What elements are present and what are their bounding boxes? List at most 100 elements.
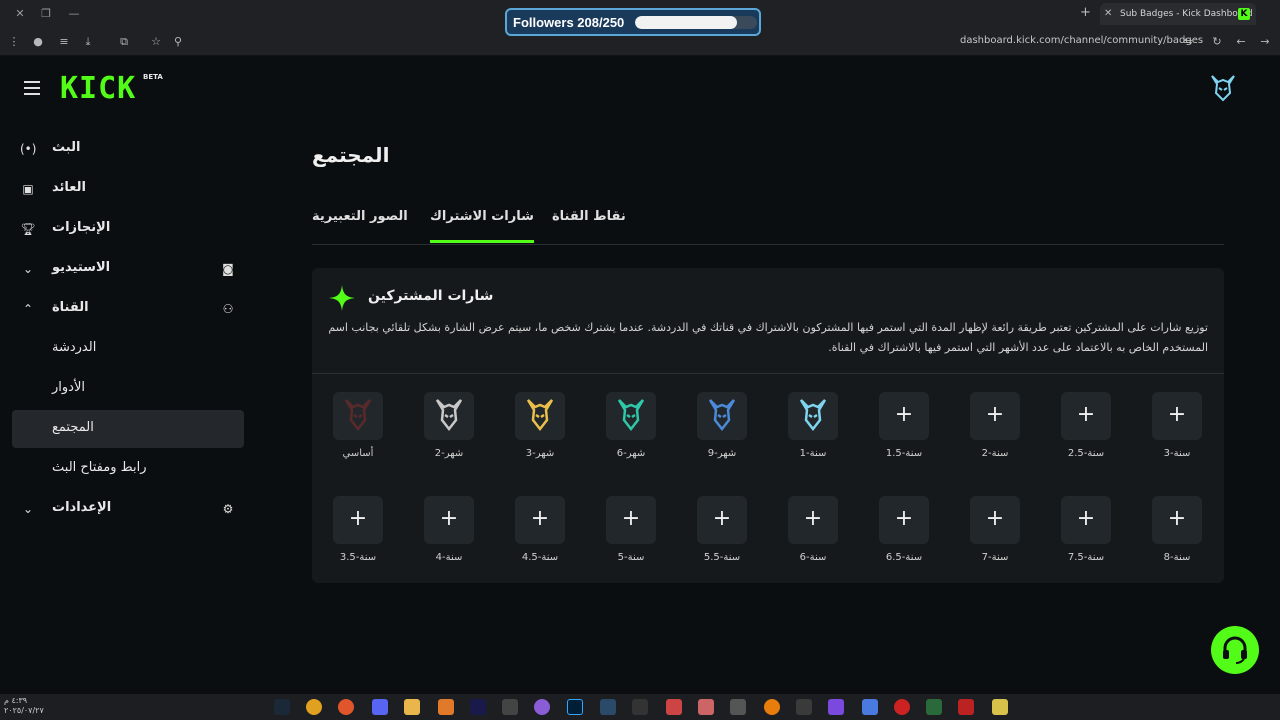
app-icon[interactable] [828, 699, 844, 715]
app-icon[interactable] [698, 699, 714, 715]
badge-image[interactable] [333, 392, 383, 440]
badge-slot[interactable]: + سنة-3 [1147, 392, 1207, 472]
app-icon[interactable] [796, 699, 812, 715]
download-icon[interactable]: ⤓ [80, 34, 96, 50]
extensions-icon[interactable]: ⧉ [116, 34, 132, 50]
sidebar-item-settings[interactable]: ⌄ الإعدادات ⚙ [12, 490, 244, 528]
badge-slot[interactable]: + سنة-4 [419, 496, 479, 576]
after-effects-icon[interactable] [470, 699, 486, 715]
user-avatar[interactable] [1208, 73, 1238, 103]
app-icon[interactable] [730, 699, 746, 715]
minimize-window-icon[interactable]: — [66, 6, 82, 22]
forward-icon[interactable]: → [1257, 34, 1273, 50]
app-icon[interactable] [992, 699, 1008, 715]
badge-label: سنة-8 [1163, 552, 1191, 563]
menu-dots-icon[interactable]: ⋮ [6, 34, 22, 50]
address-bar[interactable]: dashboard.kick.com/channel/community/bad… [960, 35, 1203, 46]
sidebar-item-revenue[interactable]: ▣ العائد [12, 170, 244, 208]
app-icon[interactable] [502, 699, 518, 715]
photoshop-icon[interactable] [567, 699, 583, 715]
badge-image[interactable] [697, 392, 747, 440]
badge-slot[interactable]: + سنة-5.5 [692, 496, 752, 576]
tab-emotes[interactable]: الصور التعبيرية [312, 209, 408, 243]
sidebar-item-channel[interactable]: ⌃ القناة ⚇ [12, 290, 244, 328]
tab-channel-points[interactable]: نقاط القناة [552, 209, 626, 243]
add-badge-button[interactable]: + [1152, 392, 1202, 440]
blender-icon[interactable] [764, 699, 780, 715]
add-badge-button[interactable]: + [333, 496, 383, 544]
badge-image[interactable] [788, 392, 838, 440]
kick-logo[interactable]: KICK [60, 71, 136, 106]
reload-icon[interactable]: ↻ [1209, 34, 1225, 50]
badge-slot[interactable]: + سنة-2 [965, 392, 1025, 472]
badge-slot[interactable]: + سنة-5 [601, 496, 661, 576]
sidebar-item-achievements[interactable]: 🏆︎ الإنجازات [12, 210, 244, 248]
chrome-icon[interactable] [306, 699, 322, 715]
support-chat-button[interactable] [1211, 626, 1259, 674]
badge-image[interactable] [424, 392, 474, 440]
app-icon[interactable] [958, 699, 974, 715]
add-badge-button[interactable]: + [970, 392, 1020, 440]
hamburger-menu-icon[interactable] [24, 81, 40, 95]
zoom-icon[interactable]: ⚲ [170, 34, 186, 50]
back-icon[interactable]: ← [1233, 34, 1249, 50]
app-icon[interactable] [862, 699, 878, 715]
badge-slot[interactable]: + سنة-3.5 [328, 496, 388, 576]
add-badge-button[interactable]: + [606, 496, 656, 544]
badge-slot[interactable]: + سنة-6.5 [874, 496, 934, 576]
badge-image[interactable] [606, 392, 656, 440]
discord-icon[interactable] [372, 699, 388, 715]
add-badge-button[interactable]: + [970, 496, 1020, 544]
app-icon[interactable] [666, 699, 682, 715]
badge-slot[interactable]: + سنة-8 [1147, 496, 1207, 576]
new-tab-icon[interactable]: + [1080, 5, 1091, 20]
app-icon[interactable] [632, 699, 648, 715]
sidebar-item-community[interactable]: المجتمع [12, 410, 244, 448]
sidebar-item-stream[interactable]: (•) البث [12, 130, 244, 168]
badge-slot[interactable]: شهر-6 [601, 392, 661, 472]
badge-slot[interactable]: + سنة-4.5 [510, 496, 570, 576]
app-icon[interactable] [894, 699, 910, 715]
badge-slot[interactable]: أساسي [328, 392, 388, 472]
tab-close-icon[interactable]: ✕ [1104, 3, 1112, 25]
star-icon[interactable]: ☆ [148, 34, 164, 50]
badge-slot[interactable]: + سنة-7 [965, 496, 1025, 576]
system-clock[interactable]: ٤:٣٩ م ٢٠٢٥/٠٧/٢٧ [4, 696, 44, 716]
app-icon[interactable] [600, 699, 616, 715]
close-window-icon[interactable]: ✕ [12, 6, 28, 22]
app-icon[interactable] [534, 699, 550, 715]
sidebar-item-chat[interactable]: الدردشة [12, 330, 244, 368]
sidebar-item-studio[interactable]: ⌄ الاستيديو ◙ [12, 250, 244, 288]
add-badge-button[interactable]: + [697, 496, 747, 544]
app-icon[interactable] [338, 699, 354, 715]
add-badge-button[interactable]: + [1061, 392, 1111, 440]
add-badge-button[interactable]: + [515, 496, 565, 544]
tab-sub-badges[interactable]: شارات الاشتراك [430, 209, 534, 243]
badge-slot[interactable]: + سنة-6 [783, 496, 843, 576]
badge-slot[interactable]: سنة-1 [783, 392, 843, 472]
steam-icon[interactable] [274, 699, 290, 715]
site-settings-icon[interactable]: ⇋ [1180, 34, 1196, 50]
add-badge-button[interactable]: + [424, 496, 474, 544]
badge-slot[interactable]: + سنة-1.5 [874, 392, 934, 472]
badge-slot[interactable]: + سنة-2.5 [1056, 392, 1116, 472]
sidebar-item-stream-key[interactable]: رابط ومفتاح البث [12, 450, 244, 488]
badge-slot[interactable]: شهر-9 [692, 392, 752, 472]
badge-slot[interactable]: شهر-3 [510, 392, 570, 472]
badge-slot[interactable]: + سنة-7.5 [1056, 496, 1116, 576]
maximize-window-icon[interactable]: ❐ [38, 6, 54, 22]
badge-slot[interactable]: شهر-2 [419, 392, 479, 472]
add-badge-button[interactable]: + [879, 392, 929, 440]
reading-list-icon[interactable]: ≡ [56, 34, 72, 50]
app-icon[interactable] [438, 699, 454, 715]
profile-icon[interactable]: ● [30, 34, 46, 50]
add-badge-button[interactable]: + [788, 496, 838, 544]
app-icon[interactable] [926, 699, 942, 715]
add-badge-button[interactable]: + [879, 496, 929, 544]
badge-image[interactable] [515, 392, 565, 440]
sidebar-item-roles[interactable]: الأدوار [12, 370, 244, 408]
folder-icon[interactable] [404, 699, 420, 715]
add-badge-button[interactable]: + [1152, 496, 1202, 544]
add-badge-button[interactable]: + [1061, 496, 1111, 544]
browser-tab[interactable]: ✕ Sub Badges - Kick Dashboard K [1100, 3, 1256, 25]
